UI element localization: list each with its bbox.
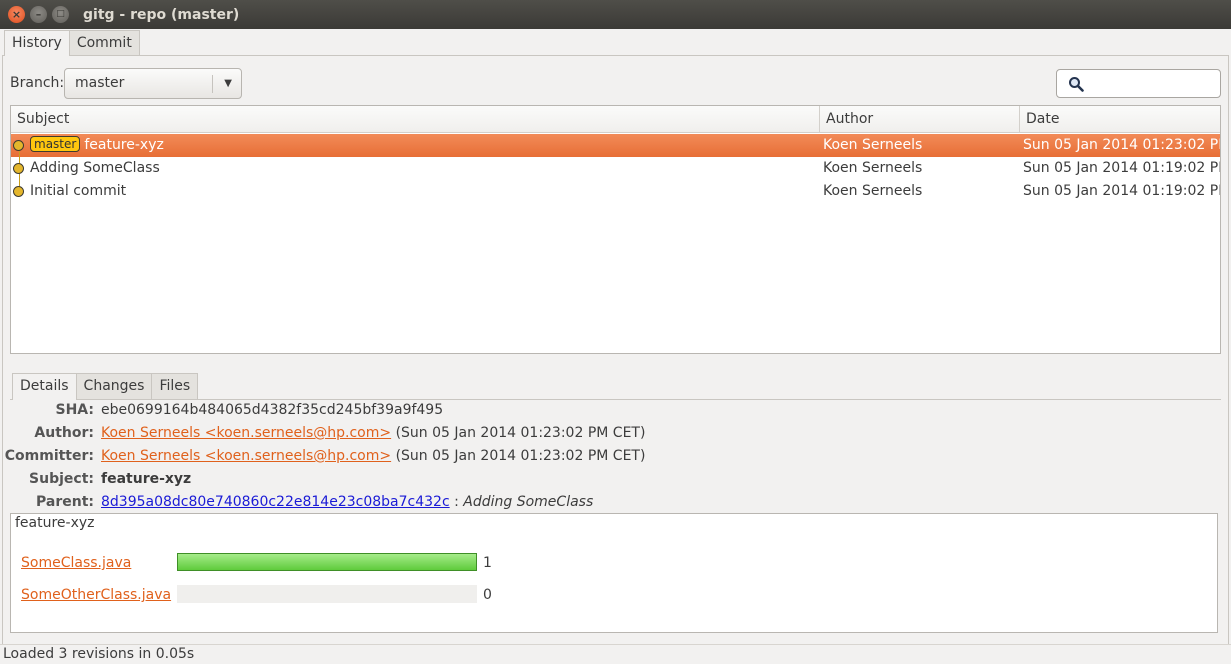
search-field[interactable] <box>1056 69 1221 98</box>
diffstat-count: 1 <box>483 555 492 571</box>
commit-author: Koen Serneels <box>823 183 923 199</box>
commit-date: Sun 05 Jan 2014 01:23:02 PM CET <box>1023 137 1220 153</box>
status-bar: Loaded 3 revisions in 0.05s <box>0 644 1231 663</box>
subject-label: Subject: <box>29 471 94 487</box>
search-icon <box>1069 77 1084 92</box>
dropdown-separator <box>212 75 213 93</box>
commit-author: Koen Serneels <box>823 137 923 153</box>
commit-author: Koen Serneels <box>823 160 923 176</box>
parent-separator: : <box>449 494 464 510</box>
parent-label: Parent: <box>36 494 94 510</box>
commit-row[interactable]: Adding SomeClass Koen Serneels Sun 05 Ja… <box>11 157 1220 180</box>
diffstat-bar-fill <box>177 553 477 571</box>
commit-message-view[interactable]: feature-xyz SomeClass.java 1 SomeOtherCl… <box>10 513 1218 633</box>
commit-subject: Initial commit <box>30 183 127 199</box>
committer-link[interactable]: Koen Serneels <koen.serneels@hp.com> <box>101 448 391 464</box>
branch-selected-value: master <box>75 75 125 91</box>
committer-label: Committer: <box>4 448 94 464</box>
commit-row[interactable]: Initial commit Koen Serneels Sun 05 Jan … <box>11 180 1220 203</box>
commit-subject-text: feature-xyz <box>84 137 164 153</box>
branch-dropdown[interactable]: master ▼ <box>64 68 242 99</box>
window-title: gitg - repo (master) <box>83 6 240 23</box>
close-window-button[interactable]: × <box>8 6 25 23</box>
tab-files[interactable]: Files <box>151 373 199 399</box>
column-header-author[interactable]: Author <box>820 106 1020 133</box>
diffstat-bar <box>177 585 477 603</box>
changed-file-link[interactable]: SomeClass.java <box>21 555 131 571</box>
commit-date: Sun 05 Jan 2014 01:19:02 PM CET <box>1023 183 1220 199</box>
maximize-window-button[interactable]: □ <box>52 6 69 23</box>
diffstat-bar <box>177 553 477 571</box>
diffstat-count: 0 <box>483 587 492 603</box>
author-link[interactable]: Koen Serneels <koen.serneels@hp.com> <box>101 425 391 441</box>
parent-value: 8d395a08dc80e740860c22e814e23c08ba7c432c… <box>101 491 593 513</box>
commit-row[interactable]: master feature-xyz Koen Serneels Sun 05 J… <box>11 134 1220 157</box>
author-label: Author: <box>34 425 94 441</box>
column-header-date[interactable]: Date <box>1020 106 1220 133</box>
sha-label: SHA: <box>55 402 95 418</box>
tab-commit[interactable]: Commit <box>68 30 140 55</box>
subject-value: feature-xyz <box>101 471 192 487</box>
commit-date: Sun 05 Jan 2014 01:19:02 PM CET <box>1023 160 1220 176</box>
dropdown-arrow-icon: ▼ <box>224 78 232 89</box>
commit-subject: master feature-xyz <box>30 134 164 157</box>
commit-graph-node <box>13 186 24 197</box>
close-icon: × <box>11 8 22 21</box>
parent-sha-link[interactable]: 8d395a08dc80e740860c22e814e23c08ba7c432c <box>101 494 450 510</box>
author-date: (Sun 05 Jan 2014 01:23:02 PM CET) <box>395 425 646 441</box>
tab-changes[interactable]: Changes <box>75 373 153 399</box>
commit-message-text: feature-xyz <box>15 515 95 531</box>
column-header-subject[interactable]: Subject <box>11 106 820 133</box>
branch-ref-badge: master <box>30 136 81 152</box>
branch-label: Branch: <box>10 75 65 91</box>
sha-value: ebe0699164b484065d4382f35cd245bf39a9f495 <box>101 402 444 418</box>
commit-subject: Adding SomeClass <box>30 160 160 176</box>
commit-graph-node <box>13 140 24 151</box>
minimize-icon: – <box>35 8 42 21</box>
commit-graph-node <box>13 163 24 174</box>
author-value: Koen Serneels <koen.serneels@hp.com> (Su… <box>101 422 645 444</box>
commit-list[interactable]: Subject Author Date master feature-xyz Ko… <box>10 105 1221 354</box>
parent-subject: Adding SomeClass <box>463 494 594 510</box>
title-bar: × – □ gitg - repo (master) <box>0 0 1231 29</box>
minimize-window-button[interactable]: – <box>30 6 47 23</box>
search-input[interactable] <box>1093 73 1213 94</box>
maximize-icon: □ <box>56 9 65 19</box>
changed-file-link[interactable]: SomeOtherClass.java <box>21 587 171 603</box>
committer-date: (Sun 05 Jan 2014 01:23:02 PM CET) <box>395 448 646 464</box>
status-text: Loaded 3 revisions in 0.05s <box>3 646 195 662</box>
committer-value: Koen Serneels <koen.serneels@hp.com> (Su… <box>101 445 645 467</box>
tab-details[interactable]: Details <box>12 373 77 400</box>
tab-history[interactable]: History <box>4 30 70 56</box>
main-tabs: History Commit <box>4 30 140 56</box>
detail-tabs: Details Changes Files <box>12 373 199 400</box>
